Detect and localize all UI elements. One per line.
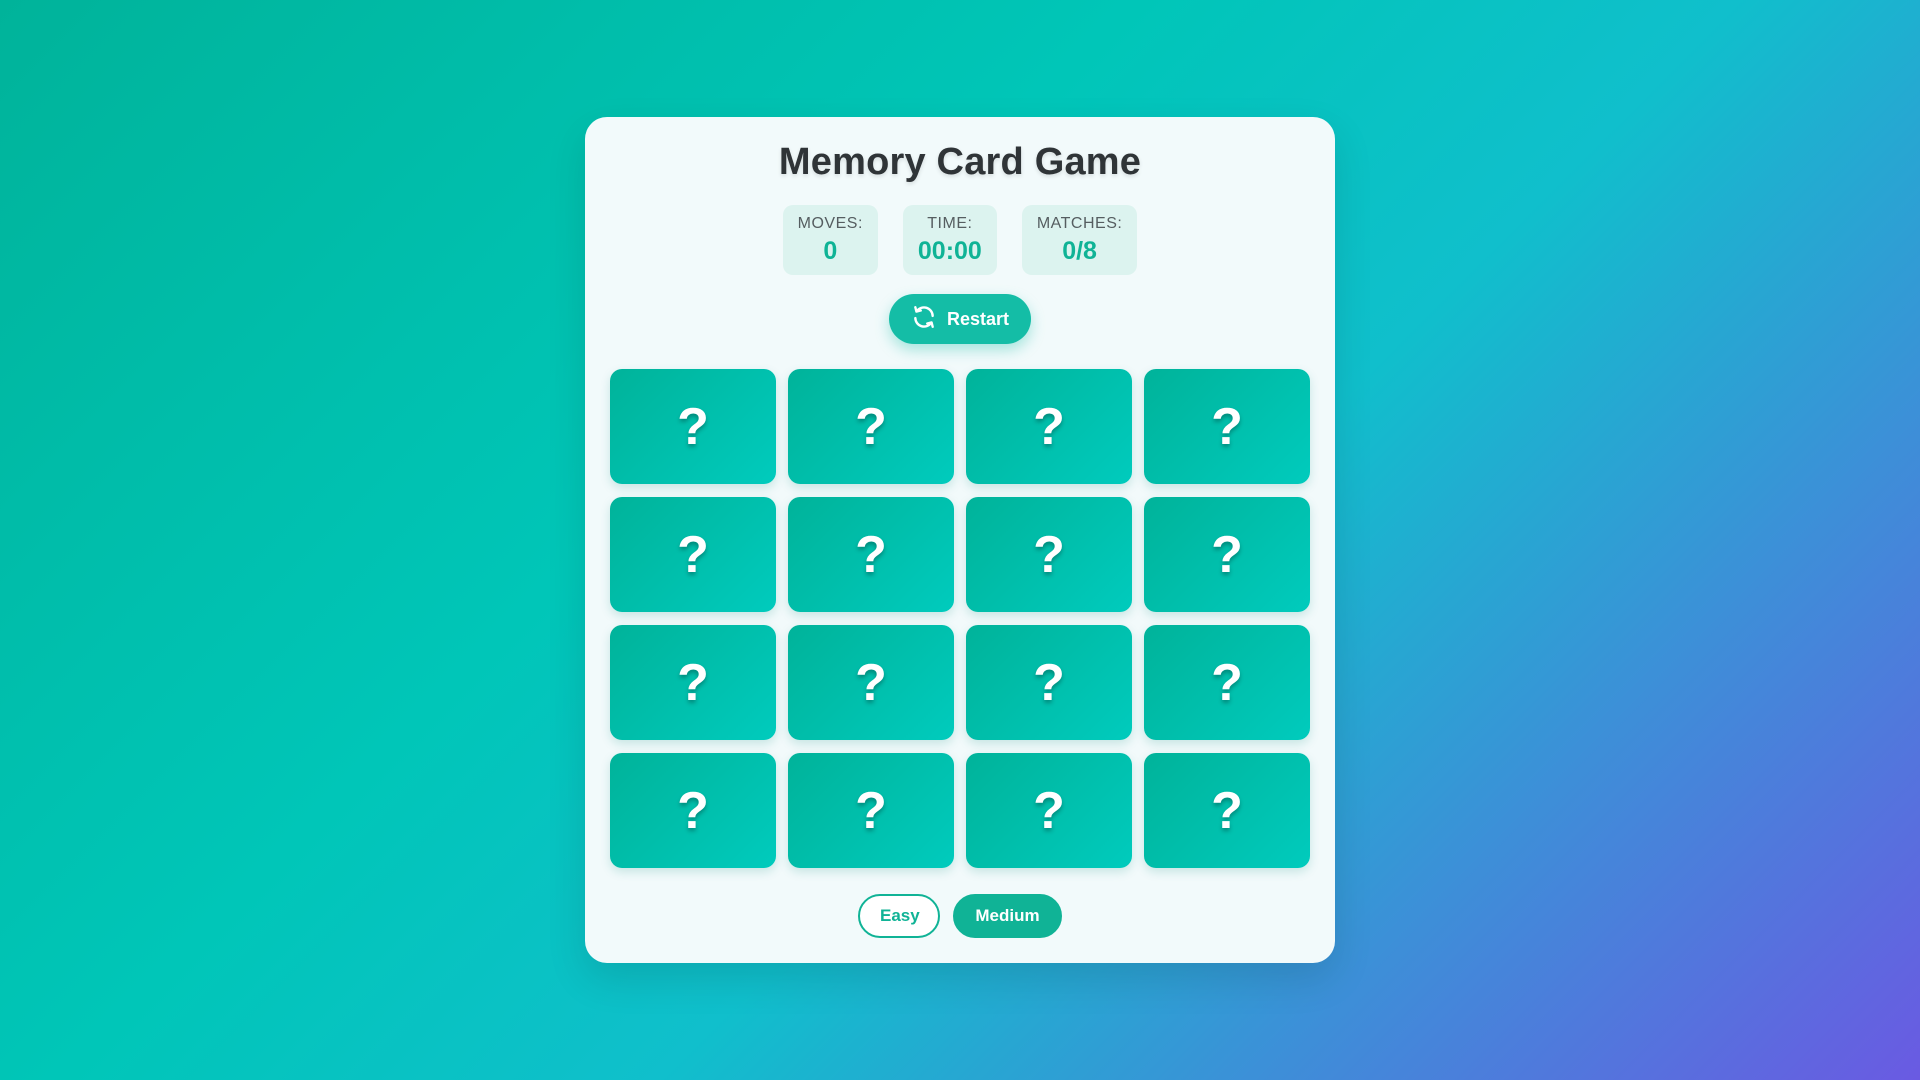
card-grid: ? ? ? ? ? ? ? ? ? ? ? ? ? ? ? ? bbox=[610, 369, 1310, 868]
memory-card[interactable]: ? bbox=[1144, 625, 1310, 740]
question-mark-icon: ? bbox=[1211, 781, 1243, 840]
question-mark-icon: ? bbox=[1211, 397, 1243, 456]
memory-card[interactable]: ? bbox=[966, 497, 1132, 612]
memory-card[interactable]: ? bbox=[1144, 497, 1310, 612]
stat-moves-label: MOVES: bbox=[797, 215, 863, 232]
memory-card[interactable]: ? bbox=[610, 497, 776, 612]
stat-time: TIME: 00:00 bbox=[902, 205, 997, 275]
question-mark-icon: ? bbox=[1211, 653, 1243, 712]
question-mark-icon: ? bbox=[677, 781, 709, 840]
stat-time-value: 00:00 bbox=[917, 237, 982, 265]
memory-card[interactable]: ? bbox=[788, 497, 954, 612]
page-title: Memory Card Game bbox=[778, 141, 1142, 183]
memory-card[interactable]: ? bbox=[1144, 369, 1310, 484]
question-mark-icon: ? bbox=[677, 525, 709, 584]
question-mark-icon: ? bbox=[855, 397, 887, 456]
memory-card[interactable]: ? bbox=[610, 625, 776, 740]
question-mark-icon: ? bbox=[1033, 653, 1065, 712]
difficulty-easy-button[interactable]: Easy bbox=[858, 894, 940, 938]
question-mark-icon: ? bbox=[855, 781, 887, 840]
question-mark-icon: ? bbox=[677, 397, 709, 456]
refresh-icon bbox=[911, 304, 937, 335]
question-mark-icon: ? bbox=[677, 653, 709, 712]
memory-card[interactable]: ? bbox=[966, 753, 1132, 868]
question-mark-icon: ? bbox=[855, 525, 887, 584]
memory-card[interactable]: ? bbox=[966, 369, 1132, 484]
difficulty-medium-button[interactable]: Medium bbox=[953, 894, 1062, 938]
question-mark-icon: ? bbox=[1033, 781, 1065, 840]
stat-moves-value: 0 bbox=[823, 237, 838, 265]
question-mark-icon: ? bbox=[1033, 525, 1065, 584]
difficulty-selector: Easy Medium bbox=[585, 894, 1335, 938]
restart-label: Restart bbox=[946, 308, 1010, 329]
memory-card[interactable]: ? bbox=[610, 369, 776, 484]
stat-matches-label: MATCHES: bbox=[1036, 215, 1123, 232]
stats-bar: MOVES: 0 TIME: 00:00 MATCHES: 0/8 bbox=[585, 205, 1335, 275]
memory-card[interactable]: ? bbox=[788, 625, 954, 740]
game-panel: Memory Card Game MOVES: 0 TIME: 00:00 MA… bbox=[585, 117, 1335, 963]
memory-card[interactable]: ? bbox=[610, 753, 776, 868]
memory-card[interactable]: ? bbox=[966, 625, 1132, 740]
question-mark-icon: ? bbox=[1033, 397, 1065, 456]
memory-card[interactable]: ? bbox=[1144, 753, 1310, 868]
memory-card[interactable]: ? bbox=[788, 369, 954, 484]
stat-time-label: TIME: bbox=[927, 215, 973, 232]
stat-matches: MATCHES: 0/8 bbox=[1021, 205, 1138, 275]
stat-moves: MOVES: 0 bbox=[782, 205, 878, 275]
question-mark-icon: ? bbox=[1211, 525, 1243, 584]
memory-card[interactable]: ? bbox=[788, 753, 954, 868]
question-mark-icon: ? bbox=[855, 653, 887, 712]
restart-button[interactable]: Restart bbox=[889, 294, 1031, 344]
stat-matches-value: 0/8 bbox=[1062, 237, 1097, 265]
